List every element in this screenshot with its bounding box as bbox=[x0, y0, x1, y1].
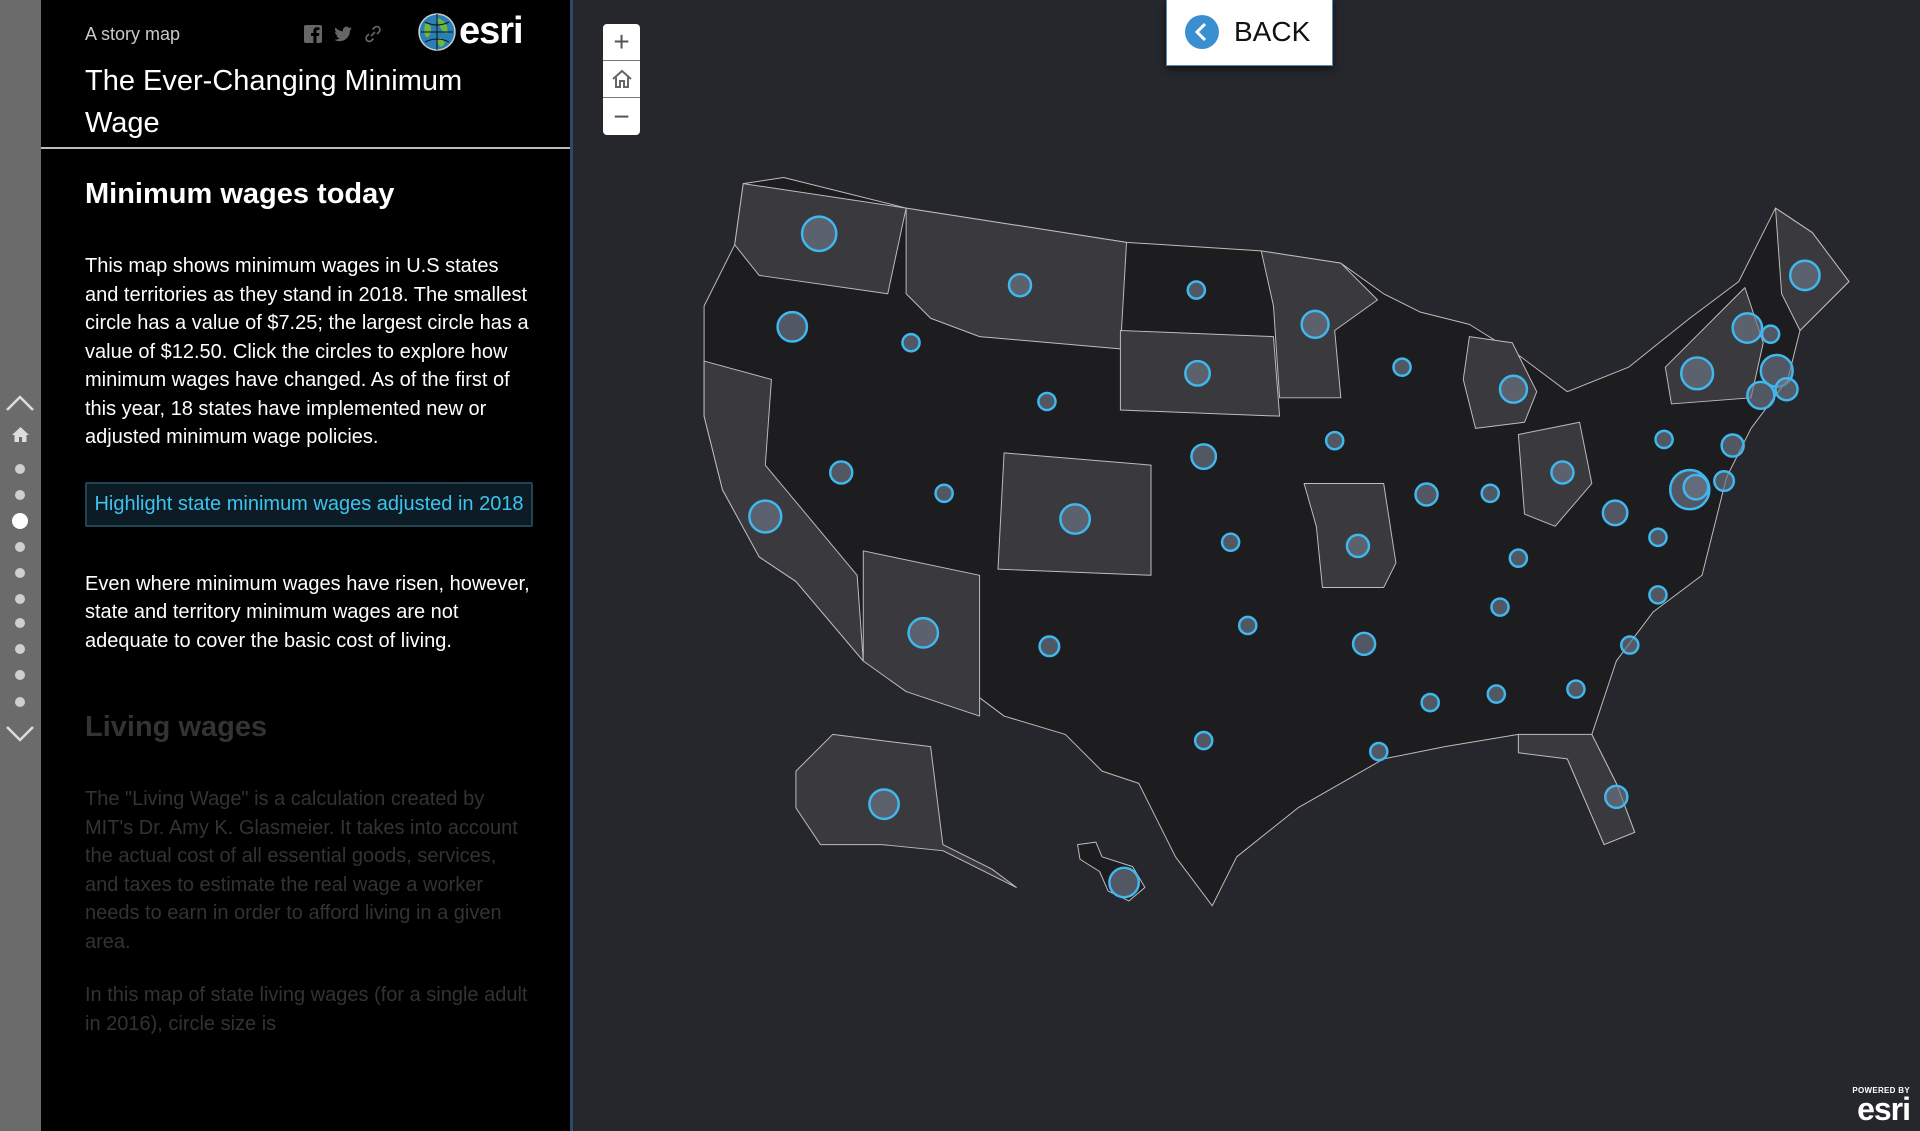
story-sidebar: A story map esri The Ever-Changing Minim… bbox=[41, 0, 573, 1131]
wage-circle[interactable] bbox=[1059, 503, 1092, 535]
wage-circle[interactable] bbox=[1648, 527, 1668, 548]
section-paragraph: The "Living Wage" is a calculation creat… bbox=[85, 788, 518, 953]
wage-circle[interactable] bbox=[1680, 356, 1715, 391]
twitter-icon[interactable] bbox=[333, 24, 353, 44]
wage-circle[interactable] bbox=[1620, 635, 1640, 655]
story-title: The Ever-Changing Minimum Wage bbox=[85, 65, 463, 139]
wage-circle[interactable] bbox=[934, 483, 954, 504]
nav-dot[interactable] bbox=[15, 464, 25, 474]
home-extent-button[interactable] bbox=[603, 61, 640, 98]
section-paragraph: This map shows minimum wages in U.S stat… bbox=[85, 255, 529, 448]
section-paragraph: Even where minimum wages have risen, how… bbox=[85, 572, 530, 652]
wage-circle[interactable] bbox=[1498, 374, 1529, 404]
wage-circle[interactable] bbox=[1420, 692, 1440, 713]
section-navigation bbox=[0, 0, 41, 1131]
wage-circle[interactable] bbox=[1414, 482, 1439, 507]
wage-circle[interactable] bbox=[1351, 631, 1377, 657]
zoom-in-button[interactable]: + bbox=[603, 24, 640, 61]
highlight-adjusted-wages-button[interactable]: Highlight state minimum wages adjusted i… bbox=[85, 481, 533, 527]
wage-circle[interactable] bbox=[1566, 679, 1586, 699]
wage-circle[interactable] bbox=[1345, 533, 1371, 559]
esri-logo[interactable]: esri bbox=[417, 10, 524, 53]
wage-circle[interactable] bbox=[1490, 597, 1510, 617]
wage-circle[interactable] bbox=[907, 616, 940, 649]
wage-circle[interactable] bbox=[1480, 483, 1500, 504]
nav-dot[interactable] bbox=[15, 542, 25, 552]
header-divider bbox=[41, 147, 570, 149]
section-paragraph: In this map of state living wages (for a… bbox=[85, 984, 528, 1035]
globe-icon bbox=[418, 12, 456, 51]
state-ak[interactable] bbox=[795, 733, 1017, 888]
back-button[interactable]: BACK bbox=[1166, 0, 1333, 66]
wage-circle[interactable] bbox=[1392, 357, 1412, 377]
share-links bbox=[303, 24, 383, 44]
wage-circle[interactable] bbox=[1486, 684, 1507, 704]
wage-circle[interactable] bbox=[1654, 429, 1674, 450]
wage-circle[interactable] bbox=[1220, 532, 1241, 553]
wage-circle[interactable] bbox=[1604, 784, 1629, 810]
nav-dot[interactable] bbox=[12, 513, 28, 529]
wage-circle[interactable] bbox=[1108, 866, 1140, 899]
powered-logo-text: esri bbox=[1857, 1091, 1911, 1127]
esri-logo-text: esri bbox=[459, 10, 524, 52]
zoom-controls: + − bbox=[603, 24, 640, 135]
nav-dot[interactable] bbox=[15, 618, 25, 628]
nav-dot[interactable] bbox=[15, 568, 25, 578]
wage-circle[interactable] bbox=[1300, 309, 1330, 340]
wage-circle[interactable] bbox=[868, 788, 900, 821]
nav-dot[interactable] bbox=[15, 490, 25, 500]
wage-circle[interactable] bbox=[1720, 433, 1745, 458]
wage-circle[interactable] bbox=[1184, 359, 1212, 387]
wage-circle[interactable] bbox=[1007, 272, 1033, 298]
nav-dot[interactable] bbox=[15, 697, 25, 707]
section-heading: Living wages bbox=[85, 711, 268, 743]
wage-circle[interactable] bbox=[1186, 280, 1207, 300]
wage-circle[interactable] bbox=[1237, 615, 1258, 636]
wage-circle[interactable] bbox=[800, 215, 838, 253]
wage-circle[interactable] bbox=[1037, 391, 1057, 412]
link-icon[interactable] bbox=[363, 24, 383, 44]
wage-circle[interactable] bbox=[776, 310, 809, 343]
chevron-up-icon[interactable] bbox=[5, 394, 35, 412]
back-label: BACK bbox=[1234, 16, 1311, 47]
next-section: Living wages The "Living Wage" is a calc… bbox=[85, 705, 535, 1038]
home-icon bbox=[611, 69, 632, 88]
powered-by-esri-logo[interactable]: POWERED BY esri bbox=[1840, 1086, 1911, 1127]
nav-dot[interactable] bbox=[15, 594, 25, 604]
wage-circle[interactable] bbox=[828, 460, 854, 485]
wage-circle[interactable] bbox=[1508, 548, 1529, 568]
story-content[interactable]: Minimum wages today This map shows minim… bbox=[85, 172, 535, 1038]
wage-circle[interactable] bbox=[1550, 460, 1575, 485]
wage-circle[interactable] bbox=[1368, 741, 1389, 762]
wage-circle[interactable] bbox=[1190, 443, 1218, 471]
wage-circle[interactable] bbox=[748, 499, 783, 534]
chevron-down-icon[interactable] bbox=[5, 725, 35, 743]
wage-circle[interactable] bbox=[1193, 730, 1214, 751]
nav-dot[interactable] bbox=[15, 644, 25, 654]
zoom-out-button[interactable]: − bbox=[603, 98, 640, 135]
wage-circle[interactable] bbox=[1713, 470, 1736, 493]
section-heading: Minimum wages today bbox=[85, 178, 395, 210]
chevron-left-icon bbox=[1185, 15, 1219, 49]
wage-circle[interactable] bbox=[1731, 312, 1764, 344]
wage-circle[interactable] bbox=[1682, 473, 1710, 501]
home-icon[interactable] bbox=[12, 426, 29, 443]
wage-circle[interactable] bbox=[1038, 635, 1061, 658]
wage-circle[interactable] bbox=[1324, 430, 1345, 451]
wage-circle[interactable] bbox=[1788, 259, 1821, 292]
nav-dot[interactable] bbox=[15, 670, 25, 680]
wage-circle[interactable] bbox=[901, 332, 921, 353]
wage-circle[interactable] bbox=[1746, 380, 1776, 411]
wage-circle[interactable] bbox=[1648, 585, 1668, 605]
wage-circle[interactable] bbox=[1760, 324, 1781, 344]
wage-circle[interactable] bbox=[1774, 377, 1799, 402]
wage-circle[interactable] bbox=[1601, 499, 1629, 527]
facebook-icon[interactable] bbox=[303, 24, 323, 44]
